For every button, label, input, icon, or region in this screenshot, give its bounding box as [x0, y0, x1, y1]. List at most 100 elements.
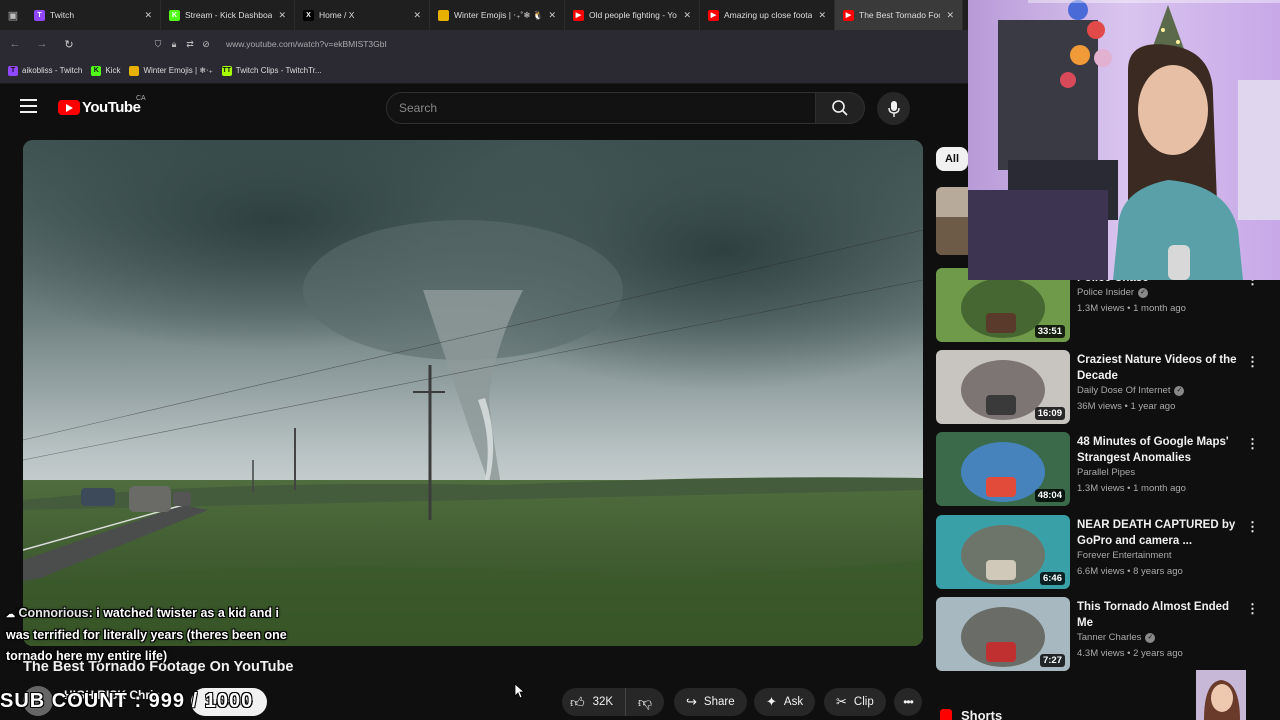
lock-icon[interactable]: 🔒︎ — [166, 39, 182, 50]
recommendation-channel[interactable]: Forever Entertainment — [1077, 550, 1172, 561]
like-dislike-group: 👍︎ 32K 👎︎ — [562, 688, 664, 716]
url-text[interactable]: www.youtube.com/watch?v=ekBMIST3GbI — [226, 39, 387, 49]
share-button-wrap: ↪ Share — [674, 688, 747, 716]
menu-icon[interactable] — [20, 99, 37, 113]
recommendation-thumbnail[interactable]: 6:46 — [936, 515, 1070, 589]
recommendation-meta: 1.3M views • 1 month ago — [1077, 303, 1186, 314]
share-button[interactable]: ↪ Share — [674, 688, 747, 716]
browser-tab[interactable]: X Home / X ✕ — [295, 0, 430, 30]
recommendation-title[interactable]: 48 Minutes of Google Maps' Strangest Ano… — [1077, 434, 1237, 466]
browser-tab[interactable]: ▶ Amazing up close footage ✕ — [700, 0, 835, 30]
chip-all-label: All — [944, 153, 960, 165]
recommendation-title[interactable]: This Tornado Almost Ended Me — [1077, 599, 1237, 631]
microphone-icon — [887, 100, 900, 117]
sub-count-overlay: SUB COUNT : 999 / 1000 — [0, 690, 254, 712]
tab-close-icon[interactable]: ✕ — [413, 10, 421, 21]
tab-close-icon[interactable]: ✕ — [818, 10, 826, 21]
thumbs-up-icon: 👍︎ — [570, 693, 585, 710]
reload-icon[interactable]: ↻ — [57, 32, 81, 56]
browser-tab[interactable]: T Twitch ✕ — [26, 0, 161, 30]
recommendation-meta: 4.3M views • 2 years ago — [1077, 648, 1183, 659]
more-vertical-icon[interactable]: ⋮ — [1246, 601, 1259, 617]
more-vertical-icon[interactable]: ⋮ — [1246, 354, 1259, 370]
search-input[interactable]: Search — [386, 92, 816, 124]
more-vertical-icon[interactable]: ⋮ — [1246, 436, 1259, 452]
bookmark-item[interactable]: Taikobliss - Twitch — [8, 65, 82, 76]
recommendation-channel-row: Tanner Charles ✓ — [1077, 632, 1156, 643]
tab-close-icon[interactable]: ✕ — [548, 10, 556, 21]
recommendation-channel[interactable]: Police Insider — [1077, 287, 1134, 298]
search-placeholder: Search — [399, 101, 438, 115]
tab-close-icon[interactable]: ✕ — [946, 10, 954, 21]
scissors-icon: ✂ — [836, 694, 847, 709]
thumbnail-image — [936, 187, 970, 255]
clip-button[interactable]: ✂ Clip — [824, 688, 886, 716]
tab-favicon-icon: ▶ — [573, 9, 584, 21]
tab-title: Amazing up close footage — [724, 10, 813, 20]
browser-tab[interactable]: ▶ Old people fighting - YouTube ✕ — [565, 0, 700, 30]
bookmark-item[interactable]: K Kick — [91, 65, 120, 76]
shield-icon[interactable]: ⛉ — [150, 39, 166, 50]
search-button[interactable] — [815, 92, 865, 124]
clip-button-wrap: ✂ Clip — [824, 688, 886, 716]
tab-title: Old people fighting - YouTube — [589, 10, 677, 20]
bookmark-item[interactable]: Winter Emojis | ❄‧₊ — [129, 65, 213, 76]
back-icon[interactable]: ← — [3, 32, 27, 56]
tab-favicon-icon: K — [169, 9, 180, 21]
small-webcam-feed — [1196, 670, 1246, 720]
tab-close-icon[interactable]: ✕ — [144, 10, 152, 21]
recommendation-title[interactable]: NEAR DEATH CAPTURED by GoPro and camera … — [1077, 517, 1237, 549]
dislike-button[interactable]: 👎︎ — [626, 688, 664, 716]
tracking-icon[interactable]: ⊘ — [198, 39, 214, 50]
like-button[interactable]: 👍︎ 32K — [562, 688, 626, 716]
recommendation-item[interactable]: 48:04 48 Minutes of Google Maps' Stranges… — [936, 432, 1266, 506]
tab-favicon-icon — [438, 9, 449, 21]
recommendation-title[interactable]: Craziest Nature Videos of the Decade — [1077, 352, 1237, 384]
tab-close-icon[interactable]: ✕ — [278, 10, 286, 21]
recommendation-item[interactable]: 16:09 Craziest Nature Videos of the Decad… — [936, 350, 1266, 424]
small-webcam-overlay — [1196, 670, 1246, 720]
recommendation-channel-row: Forever Entertainment — [1077, 550, 1172, 561]
ask-button[interactable]: ✦ Ask — [754, 688, 816, 716]
recommendation-meta: 6.6M views • 8 years ago — [1077, 566, 1183, 577]
recommendation-thumbnail[interactable] — [936, 187, 970, 255]
tab-favicon-icon: ▶ — [843, 9, 854, 21]
bookmark-label: Twitch Clips - TwitchTr... — [235, 66, 322, 75]
bookmark-favicon-icon — [129, 65, 140, 76]
recommendation-channel-row: Parallel Pipes — [1077, 467, 1135, 478]
bookmarks-bar: Taikobliss - Twitch K Kick Winter Emojis | … — [0, 58, 970, 84]
youtube-logo[interactable]: YouTube — [58, 99, 141, 116]
more-vertical-icon[interactable]: ⋮ — [1246, 519, 1259, 535]
bookmark-item[interactable]: TT Twitch Clips - TwitchTr... — [221, 65, 322, 76]
more-actions-button[interactable]: ••• — [894, 688, 922, 716]
address-bar[interactable]: ⛉ 🔒︎ ⇄ ⊘ www.youtube.com/watch?v=ekBMIST… — [150, 34, 960, 54]
share-icon: ↪ — [686, 694, 697, 709]
recommendation-channel-row: Daily Dose Of Internet ✓ — [1077, 385, 1185, 396]
tab-title: The Best Tornado Footage — [859, 10, 940, 20]
tab-title: Twitch — [50, 10, 75, 20]
recommendation-thumbnail[interactable]: 48:04 — [936, 432, 1070, 506]
tab-overview-icon[interactable]: ▣ — [0, 0, 26, 30]
video-duration: 16:09 — [1034, 407, 1065, 420]
recommendation-channel-row: Police Insider ✓ — [1077, 287, 1149, 298]
chip-all[interactable]: All — [936, 147, 968, 171]
tab-title: Stream - Kick Dashboard — [185, 10, 273, 20]
recommendation-item[interactable]: 7:27 This Tornado Almost Ended Me Tanner C… — [936, 597, 1266, 671]
forward-icon[interactable]: → — [30, 32, 54, 56]
tab-close-icon[interactable]: ✕ — [683, 10, 691, 21]
browser-tab[interactable]: K Stream - Kick Dashboard ✕ — [161, 0, 295, 30]
video-duration: 7:27 — [1039, 654, 1065, 667]
recommendation-channel[interactable]: Tanner Charles — [1077, 632, 1141, 643]
recommendation-thumbnail[interactable]: 7:27 — [936, 597, 1070, 671]
recommendation-item[interactable]: 6:46 NEAR DEATH CAPTURED by GoPro and cam… — [936, 515, 1266, 589]
voice-search-button[interactable] — [877, 92, 910, 125]
browser-tab[interactable]: Winter Emojis | ‧₊˚❄ 🐧*˚‧₊ ✕ — [430, 0, 565, 30]
permissions-icon[interactable]: ⇄ — [182, 39, 198, 50]
shorts-header[interactable]: Shorts — [940, 708, 1002, 720]
recommendation-channel[interactable]: Daily Dose Of Internet — [1077, 385, 1170, 396]
recommendation-channel[interactable]: Parallel Pipes — [1077, 467, 1135, 478]
browser-tab[interactable]: ▶ The Best Tornado Footage ✕ — [835, 0, 963, 30]
mouse-cursor-icon — [514, 683, 526, 699]
video-player[interactable] — [23, 140, 923, 646]
recommendation-thumbnail[interactable]: 16:09 — [936, 350, 1070, 424]
